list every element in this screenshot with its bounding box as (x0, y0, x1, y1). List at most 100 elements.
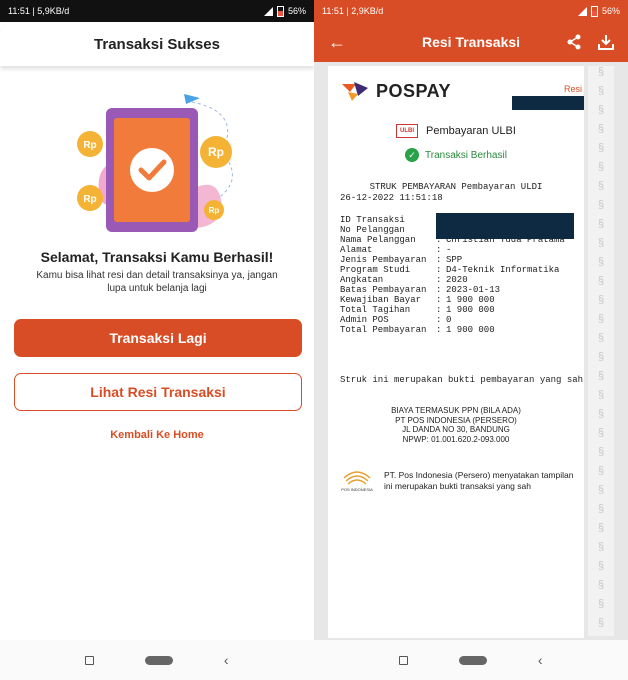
field-label: Nama Pelanggan (340, 235, 416, 245)
field-value: 1 900 000 (446, 325, 495, 335)
battery-icon (590, 5, 598, 17)
redacted-resi (512, 96, 584, 110)
success-subtitle: Kamu bisa lihat resi dan detail transaks… (36, 270, 278, 294)
transaksi-lagi-button[interactable]: Transaksi Lagi (14, 319, 302, 357)
field-label: Angkatan (340, 275, 384, 285)
home-icon[interactable] (145, 655, 174, 665)
receipt-area[interactable]: § § § § § § § § § § § § § § § § § § § § § § § § § § § § § § POSPAY Re… (314, 62, 628, 640)
field-label: No Pelanggan (340, 225, 405, 235)
back-icon[interactable]: ‹ (538, 653, 543, 667)
field-colon: : (436, 315, 442, 325)
footer-line: JL DANDA NO 30, BANDUNG (402, 425, 510, 434)
receipt-torn-edge (328, 628, 584, 638)
field-label: Total Pembayaran (340, 325, 427, 335)
pattern-glyph: § (597, 465, 605, 477)
pattern-glyph: § (597, 142, 605, 154)
pattern-glyph: § (597, 446, 605, 458)
download-icon[interactable] (596, 32, 616, 52)
pattern-glyph: § (597, 579, 605, 591)
receipt-field-row: Angkatan:2020 (340, 275, 584, 285)
field-colon: : (436, 325, 442, 335)
receipt-field-row: Batas Pembayaran:2023-01-13 (340, 285, 584, 295)
field-label: Total Tagihan (340, 305, 411, 315)
pattern-glyph: § (597, 408, 605, 420)
status-text: Transaksi Berhasil (425, 149, 507, 161)
field-colon: : (436, 305, 442, 315)
system-nav-bar: ‹ (0, 640, 314, 680)
pattern-glyph: § (597, 484, 605, 496)
svg-text:Rp: Rp (83, 194, 96, 205)
security-pattern: § § § § § § § § § § § § § § § § § § § § § § § § § § § § § § (588, 66, 614, 636)
status-time: 11:51 | 2,9KB/d (322, 6, 384, 16)
pattern-glyph: § (597, 85, 605, 97)
back-arrow-icon[interactable]: ← (328, 32, 346, 53)
signal-icon (263, 6, 273, 16)
pattern-glyph: § (597, 256, 605, 268)
field-label: Admin POS (340, 315, 389, 325)
receipt-field-row: Jenis Pembayaran: SPP (340, 255, 584, 265)
transaction-status: ✓ Transaksi Berhasil (328, 148, 584, 162)
system-nav-bar: ‹ (314, 640, 628, 680)
lihat-resi-button[interactable]: Lihat Resi Transaksi (14, 373, 302, 411)
back-home-link[interactable]: Kembali Ke Home (0, 429, 314, 441)
pos-indonesia-logo-icon: POS INDONESIA (341, 471, 373, 492)
footer-line: NPWP: 01.001.620.2-093.000 (402, 434, 510, 444)
payment-row: ULBI Pembayaran ULBI (328, 124, 584, 138)
recents-icon[interactable] (399, 655, 409, 665)
pattern-glyph: § (597, 598, 605, 610)
pattern-glyph: § (597, 275, 605, 287)
pattern-glyph: § (597, 332, 605, 344)
status-bar: 11:51 | 5,9KB/d 56% (0, 0, 314, 22)
field-colon: : (436, 295, 442, 305)
page-title-bar: Transaksi Sukses (0, 22, 314, 66)
pattern-glyph: § (597, 351, 605, 363)
pos-statement: PT. Pos Indonesia (Persero) menyatakan t… (384, 470, 574, 491)
field-colon: : (436, 285, 442, 295)
footer-line: BIAYA TERMASUK PPN (BILA ADA) (391, 406, 521, 415)
pattern-glyph: § (597, 370, 605, 382)
field-value: 2023-01-13 (446, 285, 501, 295)
share-icon[interactable] (566, 34, 582, 50)
svg-text:Rp: Rp (209, 206, 220, 215)
svg-text:Rp: Rp (208, 145, 224, 159)
field-value: D4-Teknik Informatika (446, 265, 560, 275)
receipt-field-row: Program Studi: D4-Teknik Informatika (340, 265, 584, 275)
signal-icon (577, 6, 587, 16)
svg-text:POS INDONESIA: POS INDONESIA (341, 487, 373, 492)
status-bar: 11:51 | 2,9KB/d 56% (314, 0, 628, 22)
field-label: Batas Pembayaran (340, 285, 427, 295)
pattern-glyph: § (597, 389, 605, 401)
receipt-field-row: Total Tagihan:1 900 000 (340, 305, 584, 315)
pattern-glyph: § (597, 294, 605, 306)
field-value: SPP (446, 255, 463, 265)
pospay-logo: POSPAY (340, 80, 451, 102)
pattern-glyph: § (597, 161, 605, 173)
field-label: Jenis Pembayaran (340, 255, 427, 265)
receipt-datetime: 26-12-2022 11:51:18 (340, 193, 443, 203)
back-icon[interactable]: ‹ (224, 653, 229, 667)
ulbi-logo-icon: ULBI (396, 124, 419, 138)
receipt-field-row: Alamat: - (340, 245, 584, 255)
pattern-glyph: § (597, 66, 605, 78)
receipt-field-row: Total Pembayaran:1 900 000 (340, 325, 584, 335)
field-colon: : (436, 245, 442, 255)
receipt-field-row: Kewajiban Bayar:1 900 000 (340, 295, 584, 305)
button-label: Transaksi Lagi (109, 330, 207, 346)
battery-level: 56% (287, 6, 306, 16)
page-title: Transaksi Sukses (94, 35, 220, 53)
receipt: POSPAY Resi ULBI Pembayaran ULBI ✓ Trans… (328, 66, 584, 636)
pattern-glyph: § (597, 522, 605, 534)
success-title: Selamat, Transaksi Kamu Berhasil! (40, 249, 274, 265)
pattern-glyph: § (597, 123, 605, 135)
status-icons: 56% (263, 5, 306, 17)
recents-icon[interactable] (85, 655, 95, 665)
field-colon: : (436, 265, 442, 275)
pattern-glyph: § (597, 313, 605, 325)
button-label: Lihat Resi Transaksi (90, 384, 226, 400)
home-icon[interactable] (459, 655, 488, 665)
pattern-glyph: § (597, 218, 605, 230)
redacted-ids (436, 213, 574, 239)
field-value: - (446, 245, 452, 255)
field-colon: : (436, 255, 442, 265)
pattern-glyph: § (597, 541, 605, 553)
